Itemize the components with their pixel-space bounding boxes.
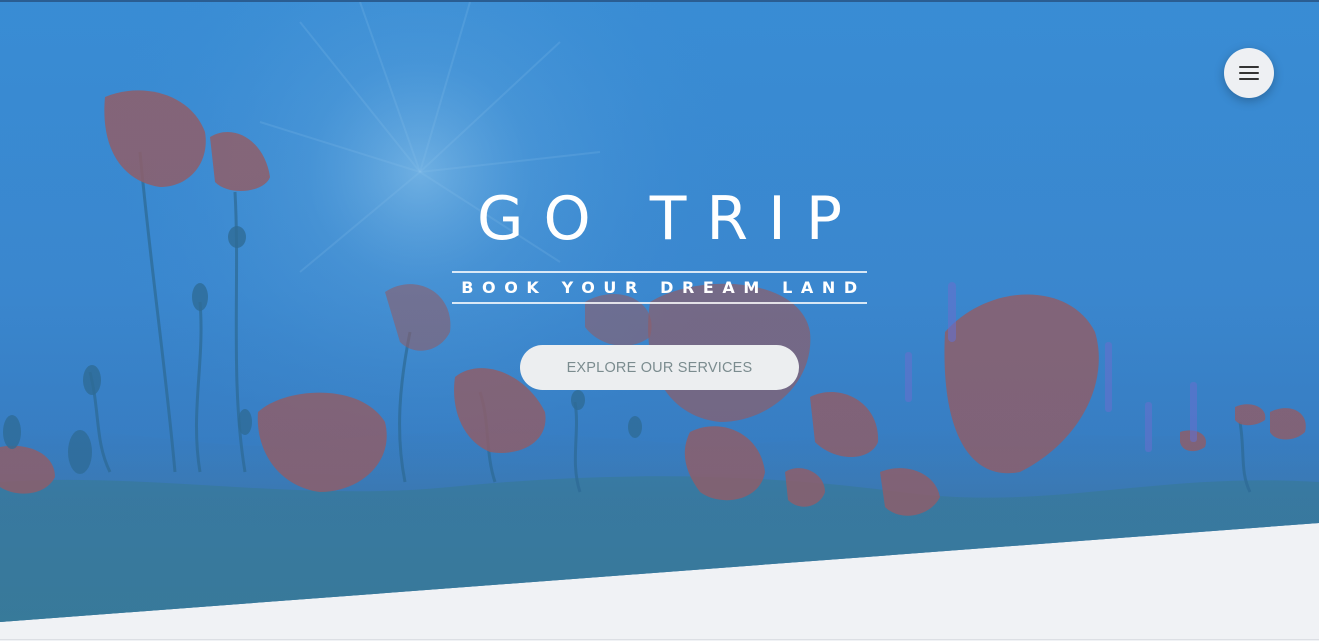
hero-tagline: BOOK YOUR DREAM LAND xyxy=(461,278,866,297)
tagline-frame: BOOK YOUR DREAM LAND xyxy=(452,271,867,304)
page: GO TRIP BOOK YOUR DREAM LAND EXPLORE OUR… xyxy=(0,0,1319,641)
hamburger-menu-icon xyxy=(1239,66,1259,80)
hero-section: GO TRIP BOOK YOUR DREAM LAND EXPLORE OUR… xyxy=(0,2,1319,622)
hero-tint-overlay xyxy=(0,2,1319,622)
explore-services-button[interactable]: EXPLORE OUR SERVICES xyxy=(520,345,799,390)
hero-title: GO TRIP xyxy=(476,184,862,254)
menu-button[interactable] xyxy=(1224,48,1274,98)
page-divider xyxy=(0,639,1319,640)
